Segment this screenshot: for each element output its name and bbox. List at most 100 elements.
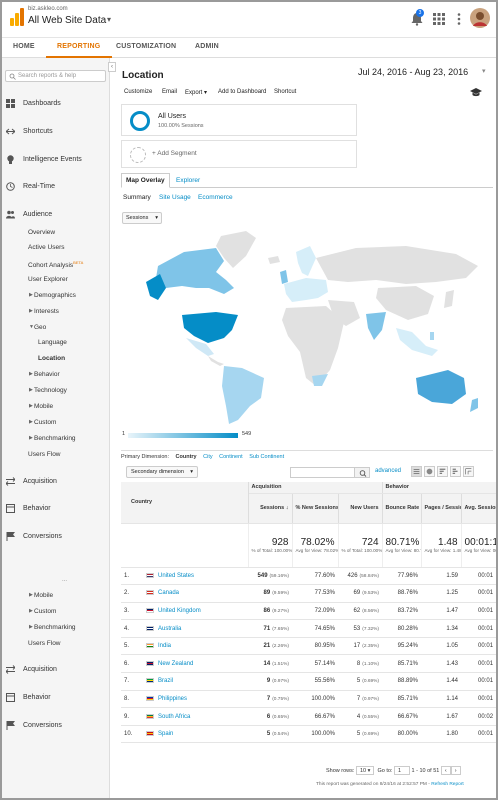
- map-south-america[interactable]: [222, 366, 264, 424]
- map-central-america[interactable]: [208, 356, 224, 366]
- country-link[interactable]: United Kingdom: [158, 608, 201, 614]
- sidebar-item-geo[interactable]: Geo: [34, 324, 46, 331]
- chevron-down-icon[interactable]: ▾: [107, 15, 111, 24]
- sidebar-item-overview[interactable]: Overview: [28, 229, 55, 236]
- column-header-bounce-rate[interactable]: Bounce Rate: [382, 493, 422, 524]
- dimension-sub-continent[interactable]: Sub Continent: [249, 454, 284, 460]
- sidebar-item-behavior-2[interactable]: Behavior: [2, 692, 110, 706]
- sidebar-item-intelligence[interactable]: Intelligence Events: [2, 154, 110, 168]
- sidebar-item-conversions-2[interactable]: Conversions: [2, 720, 110, 734]
- performance-view-icon[interactable]: [437, 466, 448, 477]
- sidebar-item-benchmarking-2[interactable]: Benchmarking: [34, 624, 76, 631]
- rows-per-page-select[interactable]: 10 ▾: [355, 766, 375, 775]
- map-india[interactable]: [366, 312, 386, 340]
- country-link[interactable]: Australia: [158, 626, 181, 632]
- map-philippines[interactable]: [430, 332, 434, 340]
- map-japan[interactable]: [444, 290, 454, 308]
- column-header-country[interactable]: Country: [121, 482, 249, 524]
- country-link[interactable]: Brazil: [158, 678, 173, 684]
- country-link[interactable]: Philippines: [158, 696, 187, 702]
- sidebar-item-benchmarking[interactable]: Benchmarking: [34, 435, 76, 442]
- map-iceland[interactable]: [268, 256, 280, 264]
- map-russia[interactable]: [316, 246, 478, 284]
- next-page-button[interactable]: ›: [450, 766, 461, 775]
- export-button[interactable]: Export ▾: [185, 89, 207, 96]
- sidebar-item-acquisition-2[interactable]: Acquisition: [2, 664, 110, 678]
- country-link[interactable]: South Africa: [158, 714, 190, 720]
- dimension-city[interactable]: City: [203, 454, 212, 460]
- country-link[interactable]: United States: [158, 573, 194, 579]
- comparison-view-icon[interactable]: [450, 466, 461, 477]
- country-link[interactable]: New Zealand: [158, 661, 193, 667]
- data-view-icon[interactable]: [411, 466, 422, 477]
- apps-grid-icon[interactable]: [432, 12, 446, 26]
- sidebar-item-mobile-2[interactable]: Mobile: [34, 592, 53, 599]
- country-link[interactable]: Canada: [158, 590, 179, 596]
- segment-all-users[interactable]: All Users 100.00% Sessions: [121, 104, 357, 136]
- country-link[interactable]: India: [158, 643, 171, 649]
- map-usa[interactable]: [182, 312, 238, 343]
- map-australia[interactable]: [416, 370, 466, 404]
- map-europe[interactable]: [284, 278, 328, 302]
- prev-page-button[interactable]: ‹: [440, 766, 451, 775]
- secondary-dimension-dropdown[interactable]: Secondary dimension ▾: [126, 466, 198, 478]
- tab-summary[interactable]: Summary: [123, 194, 151, 201]
- dimension-country[interactable]: Country: [176, 454, 197, 460]
- sidebar-item-active-users[interactable]: Active Users: [28, 244, 64, 251]
- sidebar-item-audience[interactable]: Audience: [2, 209, 110, 223]
- sidebar-item-demographics[interactable]: Demographics: [34, 292, 76, 299]
- map-new-zealand[interactable]: [470, 398, 478, 412]
- tab-explorer[interactable]: Explorer: [176, 177, 200, 184]
- column-header-new-sessions[interactable]: % New Sessions: [292, 493, 339, 524]
- date-range-picker[interactable]: Jul 24, 2016 - Aug 23, 2016: [358, 67, 468, 77]
- tab-customization[interactable]: CUSTOMIZATION: [116, 43, 176, 50]
- sidebar-item-language[interactable]: Language: [38, 339, 67, 346]
- tab-map-overlay[interactable]: Map Overlay: [121, 173, 170, 188]
- sidebar-item-shortcuts[interactable]: Shortcuts: [2, 126, 110, 140]
- tab-site-usage[interactable]: Site Usage: [159, 194, 191, 201]
- sidebar-item-realtime[interactable]: Real-Time: [2, 181, 110, 195]
- add-to-dashboard-button[interactable]: Add to Dashboard: [218, 89, 266, 95]
- chevron-down-icon[interactable]: ▾: [482, 67, 486, 75]
- sidebar-item-technology[interactable]: Technology: [34, 387, 67, 394]
- column-header-new-users[interactable]: New Users: [338, 493, 383, 524]
- metric-dropdown[interactable]: Sessions ▾: [122, 212, 162, 224]
- sidebar-item-custom[interactable]: Custom: [34, 419, 56, 426]
- dimension-continent[interactable]: Continent: [219, 454, 243, 460]
- collapse-sidebar-button[interactable]: ‹: [108, 62, 116, 72]
- goto-input[interactable]: 1: [393, 766, 410, 775]
- sidebar-item-acquisition[interactable]: Acquisition: [2, 476, 110, 490]
- property-selector[interactable]: All Web Site Data: [28, 15, 106, 26]
- customize-button[interactable]: Customize: [124, 89, 152, 95]
- tab-ecommerce[interactable]: Ecommerce: [198, 194, 233, 201]
- sidebar-item-custom-2[interactable]: Custom: [34, 608, 56, 615]
- tab-home[interactable]: HOME: [13, 43, 35, 50]
- sidebar-item-behavior-section[interactable]: Behavior: [2, 503, 110, 517]
- sidebar-item-mobile[interactable]: Mobile: [34, 403, 53, 410]
- sidebar-item-location[interactable]: Location: [38, 355, 65, 362]
- sidebar-item-user-explorer[interactable]: User Explorer: [28, 276, 68, 283]
- shortcut-button[interactable]: Shortcut: [274, 89, 296, 95]
- graduation-cap-icon[interactable]: [470, 88, 482, 97]
- map-uk[interactable]: [280, 270, 288, 284]
- table-search-button[interactable]: [354, 467, 370, 478]
- add-segment-button[interactable]: + Add Segment: [121, 140, 357, 168]
- tab-reporting[interactable]: REPORTING: [57, 43, 100, 50]
- pivot-view-icon[interactable]: [463, 466, 474, 477]
- country-link[interactable]: Spain: [158, 731, 173, 737]
- sidebar-item-users-flow[interactable]: Users Flow: [28, 451, 61, 458]
- sidebar-item-conversions[interactable]: Conversions: [2, 531, 110, 545]
- email-button[interactable]: Email: [162, 89, 177, 95]
- tab-admin[interactable]: ADMIN: [195, 43, 219, 50]
- world-map[interactable]: [116, 228, 496, 433]
- sidebar-item-cohort[interactable]: Cohort AnalysisBETA: [28, 260, 83, 269]
- sidebar-item-interests[interactable]: Interests: [34, 308, 59, 315]
- refresh-report-link[interactable]: Refresh Report: [431, 782, 464, 787]
- column-header-sessions[interactable]: Sessions ↓: [248, 493, 293, 524]
- sidebar-item-dashboards[interactable]: Dashboards: [2, 98, 110, 112]
- advanced-filter-link[interactable]: advanced: [375, 468, 401, 474]
- column-header-avg-duration[interactable]: Avg. Session Duration: [461, 493, 496, 524]
- map-south-africa[interactable]: [312, 374, 328, 386]
- search-input[interactable]: Search reports & help: [5, 70, 106, 82]
- more-vert-icon[interactable]: [452, 12, 466, 26]
